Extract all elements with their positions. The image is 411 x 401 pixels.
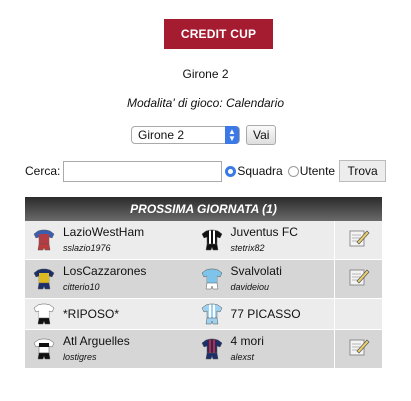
radio-user[interactable] xyxy=(287,165,299,177)
credit-cup-button[interactable]: CREDIT CUP xyxy=(164,19,273,49)
group-title: Girone 2 xyxy=(182,67,229,81)
black-white-stripes-jersey-icon xyxy=(193,229,231,252)
group-select-value: Girone 2 xyxy=(138,128,185,142)
away-team-cell: 4 mori alexst xyxy=(193,330,335,368)
home-coach-name[interactable]: lostigres xyxy=(63,349,130,365)
go-button[interactable]: Vai xyxy=(246,125,277,145)
navy-yellow-jersey-icon xyxy=(25,268,63,291)
away-team-name[interactable]: Juventus FC xyxy=(231,224,298,240)
away-team-name[interactable]: Svalvolati xyxy=(231,263,282,279)
away-coach-name[interactable]: stetrix82 xyxy=(231,240,298,256)
group-selector-row: Girone 2 ▲ ▼ Vai xyxy=(131,125,277,145)
game-mode-label: Modalita' di gioco: Calendario xyxy=(126,96,285,110)
black-white-jersey-icon xyxy=(25,338,63,361)
away-team-name[interactable]: 77 PICASSO xyxy=(231,306,301,322)
edit-lineup-icon[interactable] xyxy=(348,228,370,253)
home-team-name[interactable]: Atl Arguelles xyxy=(63,333,130,349)
edit-cell xyxy=(334,221,382,259)
home-team-cell: LazioWestHam sslazio1976 xyxy=(25,221,193,259)
search-button[interactable]: Trova xyxy=(339,160,387,182)
search-input[interactable] xyxy=(63,160,223,182)
edit-lineup-icon[interactable] xyxy=(348,337,370,362)
edit-lineup-icon[interactable] xyxy=(348,267,370,292)
sky-stripes-jersey-icon xyxy=(193,303,231,326)
radio-user-label: Utente xyxy=(299,164,336,178)
light-blue-jersey-icon xyxy=(193,268,231,291)
home-coach-name[interactable]: sslazio1976 xyxy=(63,240,144,256)
search-label: Cerca: xyxy=(25,164,61,178)
match-row: LosCazzarones citterio10 Svalvolati davi… xyxy=(25,260,382,298)
match-row: LazioWestHam sslazio1976 Juventus FC ste… xyxy=(25,221,382,259)
white-black-jersey-icon xyxy=(25,303,63,326)
match-row: *RIPOSO* 77 PICASSO xyxy=(25,299,382,329)
radio-team[interactable] xyxy=(225,165,237,177)
search-row: Cerca: Squadra Utente Trova xyxy=(25,160,387,182)
home-team-cell: LosCazzarones citterio10 xyxy=(25,260,193,298)
away-coach-name[interactable]: alexst xyxy=(231,349,264,365)
away-coach-name[interactable]: davideiou xyxy=(231,279,282,295)
fixtures-table: PROSSIMA GIORNATA (1) LazioWestHam sslaz… xyxy=(25,197,382,368)
edit-cell xyxy=(334,330,382,368)
navy-red-jersey-icon xyxy=(193,338,231,361)
home-team-cell: Atl Arguelles lostigres xyxy=(25,330,193,368)
home-team-name[interactable]: LazioWestHam xyxy=(63,224,144,240)
away-team-cell: Juventus FC stetrix82 xyxy=(193,221,335,259)
match-row: Atl Arguelles lostigres 4 mori alexst xyxy=(25,330,382,368)
group-select[interactable]: Girone 2 ▲ ▼ xyxy=(131,126,240,144)
away-team-name[interactable]: 4 mori xyxy=(231,333,264,349)
home-coach-name[interactable]: citterio10 xyxy=(63,279,146,295)
home-team-cell: *RIPOSO* xyxy=(25,299,193,329)
edit-cell xyxy=(334,260,382,298)
select-arrows-icon: ▲ ▼ xyxy=(225,126,239,144)
table-heading: PROSSIMA GIORNATA (1) xyxy=(25,197,382,221)
red-blue-jersey-icon xyxy=(25,229,63,252)
edit-cell xyxy=(334,299,382,329)
away-team-cell: Svalvolati davideiou xyxy=(193,260,335,298)
home-team-name[interactable]: *RIPOSO* xyxy=(63,306,119,322)
home-team-name[interactable]: LosCazzarones xyxy=(63,263,146,279)
away-team-cell: 77 PICASSO xyxy=(193,299,335,329)
radio-team-label: Squadra xyxy=(237,164,283,178)
